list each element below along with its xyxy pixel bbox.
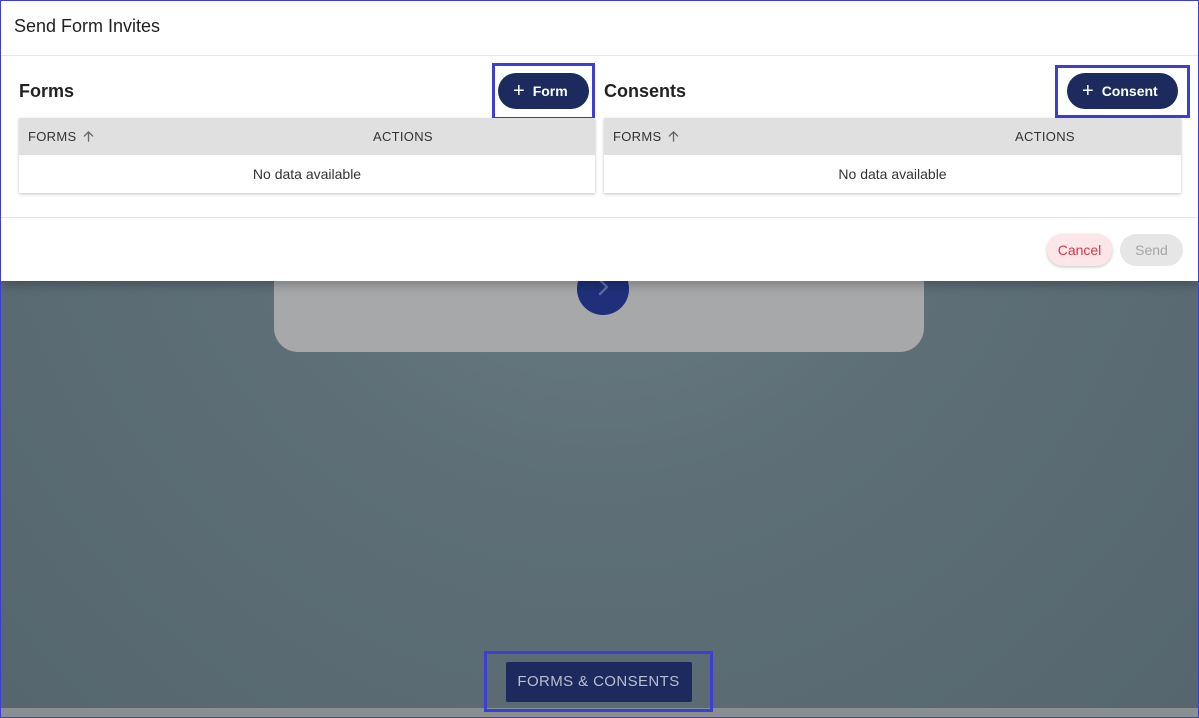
forms-panel-title: Forms xyxy=(19,80,75,101)
send-button[interactable]: Send xyxy=(1120,234,1183,266)
consents-table: FORMS ACTIONS No data available xyxy=(604,118,1181,193)
consents-panel-header: Consents + Consent xyxy=(604,64,1190,118)
add-form-button[interactable]: + Form xyxy=(498,73,589,109)
forms-table-header: FORMS ACTIONS xyxy=(19,118,595,155)
consents-panel: Consents + Consent FORMS ACTIONS No data… xyxy=(604,64,1190,193)
forms-empty-message: No data available xyxy=(252,166,362,182)
consents-table-header: FORMS ACTIONS xyxy=(604,118,1181,155)
consents-panel-title: Consents xyxy=(604,80,687,101)
consents-forms-column-label: FORMS xyxy=(613,129,662,144)
actions-column-header: ACTIONS xyxy=(373,129,433,144)
add-form-highlight: + Form xyxy=(492,62,595,120)
forms-table: FORMS ACTIONS No data available xyxy=(19,118,595,193)
forms-column-header[interactable]: FORMS xyxy=(19,129,95,144)
add-form-label: Form xyxy=(532,83,568,99)
arrow-up-icon xyxy=(82,130,95,143)
consents-actions-column-header: ACTIONS xyxy=(1015,129,1075,144)
consents-forms-column-header[interactable]: FORMS xyxy=(604,129,680,144)
arrow-up-icon xyxy=(667,130,680,143)
forms-column-label: FORMS xyxy=(28,129,77,144)
add-consent-highlight: + Consent xyxy=(1055,64,1190,118)
consents-empty-message: No data available xyxy=(838,166,947,182)
add-consent-label: Consent xyxy=(1101,83,1158,99)
plus-icon: + xyxy=(1082,80,1094,102)
forms-panel: Forms + Form FORMS ACTIONS No data avail… xyxy=(19,62,595,193)
forms-consents-highlight: FORMS & CONSENTS xyxy=(484,651,713,712)
dialog-footer: Cancel Send xyxy=(1,217,1198,281)
forms-panel-header: Forms + Form xyxy=(19,62,595,120)
forms-consents-button[interactable]: FORMS & CONSENTS xyxy=(505,661,692,702)
add-consent-button[interactable]: + Consent xyxy=(1067,73,1178,109)
cancel-button[interactable]: Cancel xyxy=(1047,234,1112,266)
send-form-invites-dialog: Send Form Invites Forms + Form FORMS ACT… xyxy=(1,1,1198,281)
plus-icon: + xyxy=(513,80,525,102)
dialog-title: Send Form Invites xyxy=(1,1,1198,56)
